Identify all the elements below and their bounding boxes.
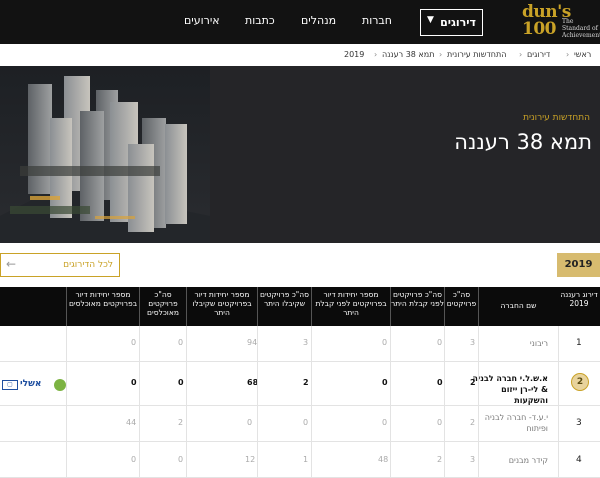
ranking-table: דירוג רעננה 2019 שם החברה סה"כ פרויקטים … (0, 287, 600, 478)
column-divider (257, 326, 258, 478)
top-header: dun's 100 The Standard of Achievement ▼ … (0, 0, 600, 44)
column-divider (139, 326, 140, 478)
rank-value: 4 (576, 455, 582, 465)
leaf-icon (54, 379, 66, 391)
city-buildings-image (0, 66, 210, 243)
col-rank: דירוג רעננה 2019 (560, 290, 598, 308)
cell-units-before-permit: 0 (382, 418, 388, 427)
all-rankings-button[interactable]: ← לכל הדירוגים (0, 253, 120, 277)
cell-projects-occupied: 0 (178, 455, 184, 464)
nav-events[interactable]: אירועים (184, 14, 220, 27)
col-total-projects: סה"כ פרויקטים (444, 287, 478, 326)
logo-tagline: The Standard of Achievement (562, 18, 600, 39)
cell-projects-permit: 2 (303, 378, 309, 387)
col-units-occupied: מספר יחידות דיור בפרויקטים מאוכלסים (66, 287, 139, 326)
year-tab-2019[interactable]: 2019 (557, 253, 600, 277)
cell-units-before-permit: 0 (382, 338, 388, 347)
company-logo: ▢ אשלי (2, 379, 66, 393)
hero-category-label[interactable]: התחדשות עירונית (523, 113, 590, 123)
company-name[interactable]: י.ע.ד- חברה לבניה ופיתוח (470, 412, 548, 434)
table-row[interactable]: 1 ריבוני 3 0 0 3 94 0 0 (0, 326, 600, 362)
cell-units-occupied: 0 (131, 455, 137, 464)
cell-projects-permit: 3 (303, 338, 309, 347)
nav-managers[interactable]: מנהלים (301, 14, 336, 27)
table-row[interactable]: 4 קידר מבנים 3 2 48 1 12 0 0 (0, 442, 600, 478)
column-divider (558, 326, 559, 478)
arrow-left-icon: ← (6, 257, 17, 271)
col-units-before-permit: מספר יחידות דיור בפרויקטים לפני קבלת הית… (311, 287, 390, 326)
cell-projects-permit: 1 (303, 455, 309, 464)
column-divider (186, 326, 187, 478)
cell-projects-before-permit: 2 (437, 455, 443, 464)
col-projects-before-permit: סה"כ פרויקטים לפני קבלת היתר (390, 287, 444, 326)
col-units-permit: מספר יחידות דיור בפרויקטים שקיבלו היתר (186, 287, 257, 326)
nav-articles[interactable]: כתבות (245, 14, 275, 27)
column-divider (478, 326, 479, 478)
cell-units-before-permit: 0 (382, 378, 388, 387)
cell-projects-occupied: 0 (178, 378, 184, 387)
nav-companies[interactable]: חברות (362, 14, 392, 27)
cell-units-before-permit: 48 (378, 455, 389, 464)
cell-projects-permit: 0 (303, 418, 309, 427)
company-name[interactable]: קידר מבנים (509, 455, 548, 466)
cell-units-permit: 12 (245, 455, 256, 464)
breadcrumb-rankings[interactable]: דירוגים (527, 50, 550, 59)
company-logo-text: אשלי (20, 379, 42, 389)
column-divider (66, 326, 67, 478)
cell-total-projects: 2 (470, 418, 476, 427)
cell-projects-before-permit: 0 (437, 338, 443, 347)
cell-projects-before-permit: 0 (437, 378, 443, 387)
cell-units-permit: 94 (247, 338, 258, 347)
col-projects-permit: סה"כ פרויקטים שקיבלו היתר (257, 287, 311, 326)
cell-projects-occupied: 2 (178, 418, 184, 427)
cell-projects-occupied: 0 (178, 338, 184, 347)
col-projects-occupied: סה"כ פרויקטים מאוכלסים (139, 287, 186, 326)
duns100-logo[interactable]: dun's 100 The Standard of Achievement (522, 4, 600, 40)
rank-value: 3 (576, 418, 582, 428)
col-company: שם החברה (478, 287, 558, 326)
hero-banner: התחדשות עירונית תמא 38 רעננה (0, 66, 600, 243)
all-rankings-label: לכל הדירוגים (63, 260, 113, 270)
cell-total-projects: 3 (470, 455, 476, 464)
cell-total-projects: 3 (470, 338, 476, 347)
page-title: תמא 38 רעננה (454, 130, 592, 154)
breadcrumb-category[interactable]: התחדשות עירונית (447, 50, 506, 59)
breadcrumb-ranking[interactable]: תמא 38 רעננה (382, 50, 434, 59)
column-divider (311, 326, 312, 478)
cell-units-permit: 0 (247, 418, 253, 427)
breadcrumb: ראשי › דירוגים › התחדשות עירונית › תמא 3… (0, 44, 600, 66)
table-row[interactable]: 3 י.ע.ד- חברה לבניה ופיתוח 2 0 0 0 0 2 4… (0, 406, 600, 442)
rankings-dropdown-label: דירוגים (440, 16, 476, 29)
cell-units-occupied: 44 (126, 418, 137, 427)
column-divider (390, 326, 391, 478)
chevron-down-icon: ▼ (427, 15, 434, 25)
breadcrumb-home[interactable]: ראשי (574, 50, 591, 59)
table-row[interactable]: 2 א.ש.ל.י חברה לבניה & לי-רן ייזום והשקע… (0, 362, 600, 406)
company-name[interactable]: ריבוני (530, 338, 548, 349)
rank-badge: 2 (571, 373, 589, 391)
cell-projects-before-permit: 0 (437, 418, 443, 427)
breadcrumb-year: 2019 (344, 50, 365, 59)
cell-units-occupied: 0 (131, 338, 137, 347)
rankings-dropdown[interactable]: ▼ דירוגים (420, 9, 483, 36)
table-header-row: דירוג רעננה 2019 שם החברה סה"כ פרויקטים … (0, 287, 600, 326)
cell-units-occupied: 0 (131, 378, 137, 387)
cell-total-projects: 2 (470, 378, 476, 387)
column-divider (444, 326, 445, 478)
rank-value: 1 (576, 338, 582, 348)
company-name[interactable]: א.ש.ל.י חברה לבניה & לי-רן ייזום והשקעות (470, 373, 548, 406)
